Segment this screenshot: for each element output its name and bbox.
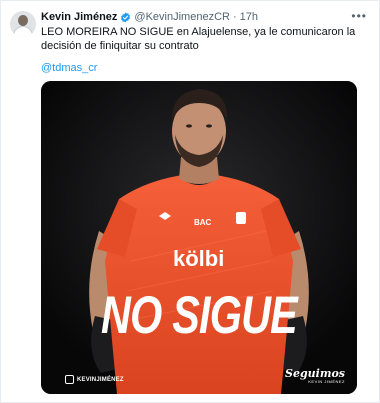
avatar-head-shape xyxy=(18,15,28,26)
player-photo xyxy=(41,81,357,394)
tweet-card[interactable]: Kevin Jiménez @KevinJimenezCR · 17h ••• … xyxy=(0,0,380,403)
author-handle[interactable]: @KevinJimenezCR xyxy=(134,11,230,23)
jersey-brand-text: BAC xyxy=(194,218,212,227)
tweet-media-image[interactable]: BAC kölbi NO SIGUE KEVINJIMÉNEZ Seguimos… xyxy=(41,81,357,394)
media-footer-script: Seguimos xyxy=(285,367,345,380)
more-options-button[interactable]: ••• xyxy=(351,10,367,22)
tweet-text: LEO MOREIRA NO SIGUE en Alajuelense, ya … xyxy=(41,26,356,52)
header-separator: · xyxy=(232,11,237,23)
author-avatar[interactable] xyxy=(10,11,36,37)
media-headline: NO SIGUE xyxy=(101,286,298,345)
tweet-header: Kevin Jiménez @KevinJimenezCR · 17h xyxy=(41,9,258,25)
media-footer-left-text: KEVINJIMÉNEZ xyxy=(77,377,124,384)
tweet-timestamp[interactable]: 17h xyxy=(240,11,258,23)
media-footer-left: KEVINJIMÉNEZ xyxy=(65,375,124,384)
brand-logo-icon xyxy=(65,375,74,384)
mention-link[interactable]: @tdmas_cr xyxy=(41,61,97,75)
ellipsis-icon: ••• xyxy=(351,9,367,23)
media-footer-right: Seguimos KEVIN JIMÉNEZ xyxy=(285,368,345,385)
author-name[interactable]: Kevin Jiménez xyxy=(41,11,117,23)
jersey-sponsor-text: kölbi xyxy=(173,246,225,271)
verified-badge-icon xyxy=(121,11,131,23)
avatar-shoulders-shape xyxy=(13,26,33,37)
